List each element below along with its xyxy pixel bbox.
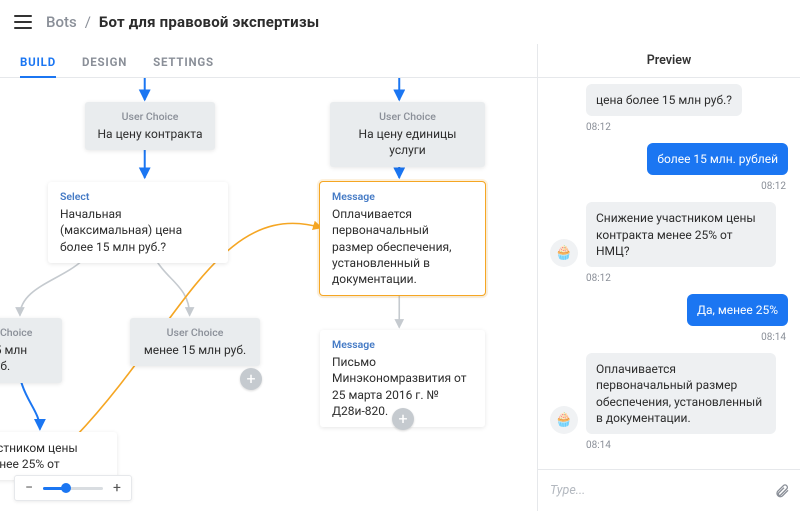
message-bubble: Да, менее 25% xyxy=(687,294,788,326)
message-timestamp: 08:12 xyxy=(550,181,786,192)
node-text: Оплачивается первоначальный размер обесп… xyxy=(332,206,473,287)
builder-tabs: BUILD DESIGN SETTINGS xyxy=(0,44,537,78)
node-select-nmc[interactable]: Select Начальная (максимальная) цена бол… xyxy=(48,182,228,263)
node-kind: Message xyxy=(332,190,473,204)
tab-build[interactable]: BUILD xyxy=(20,55,56,77)
add-node-button[interactable]: + xyxy=(240,368,262,390)
message-bubble: более 15 млн. рублей xyxy=(647,143,788,175)
add-node-button[interactable]: + xyxy=(392,408,414,430)
zoom-out-button[interactable]: − xyxy=(23,480,35,496)
zoom-slider[interactable] xyxy=(43,487,103,490)
node-kind: Message xyxy=(332,338,473,352)
node-user-choice-lt15[interactable]: User Choice менее 15 млн руб. xyxy=(130,318,260,366)
user-message: Да, менее 25% xyxy=(550,294,788,326)
bot-message: 🧁 Снижение участником цены контракта мене… xyxy=(550,202,788,267)
message-bubble: Снижение участником цены контракта менее… xyxy=(586,202,776,267)
node-message-pay[interactable]: Message Оплачивается первоначальный разм… xyxy=(320,182,485,295)
node-kind: User Choice xyxy=(97,110,203,124)
breadcrumb-title: Бот для правовой экспертизы xyxy=(99,13,319,31)
menu-icon[interactable] xyxy=(14,15,32,29)
message-bubble: цена более 15 млн руб.? xyxy=(586,84,742,116)
message-timestamp: 08:12 xyxy=(586,273,788,284)
message-timestamp: 08:12 xyxy=(586,122,788,133)
node-text: частником цены менее 25% от xyxy=(0,440,105,472)
message-bubble: Оплачивается первоначальный размер обесп… xyxy=(586,353,776,434)
bot-avatar: 🧁 xyxy=(550,239,578,267)
node-text: 15 млн руб. xyxy=(0,342,50,374)
node-user-choice-gt15[interactable]: er Choice 15 млн руб. xyxy=(0,318,62,383)
bot-message: 🧁цена более 15 млн руб.? xyxy=(550,84,788,116)
tab-settings[interactable]: SETTINGS xyxy=(153,55,214,77)
user-message: более 15 млн. рублей xyxy=(550,143,788,175)
node-text: На цену единицы услуги xyxy=(342,126,473,158)
node-kind: Select xyxy=(60,190,216,204)
preview-title: Preview xyxy=(538,44,800,78)
node-kind: er Choice xyxy=(0,326,50,340)
tab-design[interactable]: DESIGN xyxy=(82,55,127,77)
node-user-choice-unit[interactable]: User Choice На цену единицы услуги xyxy=(330,102,485,167)
node-select-reduce[interactable]: частником цены менее 25% от xyxy=(0,432,117,480)
breadcrumb-sep: / xyxy=(85,13,91,31)
chat-scroll[interactable]: 🧁цена более 15 млн руб.?08:12более 15 мл… xyxy=(538,78,800,469)
breadcrumb-root[interactable]: Bots xyxy=(46,13,77,31)
node-kind: User Choice xyxy=(342,110,473,124)
flow-canvas[interactable]: User Choice На цену контракта User Choic… xyxy=(0,78,537,511)
node-kind: User Choice xyxy=(142,326,248,340)
node-text: На цену контракта xyxy=(97,126,203,142)
bot-avatar: 🧁 xyxy=(550,406,578,434)
message-timestamp: 08:14 xyxy=(586,440,788,451)
attachment-icon[interactable] xyxy=(774,482,790,500)
node-text: Начальная (максимальная) цена более 15 м… xyxy=(60,206,216,255)
node-user-choice-contract[interactable]: User Choice На цену контракта xyxy=(85,102,215,150)
message-input[interactable] xyxy=(548,482,766,499)
zoom-in-button[interactable]: + xyxy=(111,480,123,496)
breadcrumb: Bots / Бот для правовой экспертизы xyxy=(46,13,319,31)
zoom-control: − + xyxy=(14,475,132,501)
bot-message: 🧁 Оплачивается первоначальный размер обес… xyxy=(550,353,788,434)
message-timestamp: 08:14 xyxy=(550,332,786,343)
node-text: менее 15 млн руб. xyxy=(142,342,248,358)
